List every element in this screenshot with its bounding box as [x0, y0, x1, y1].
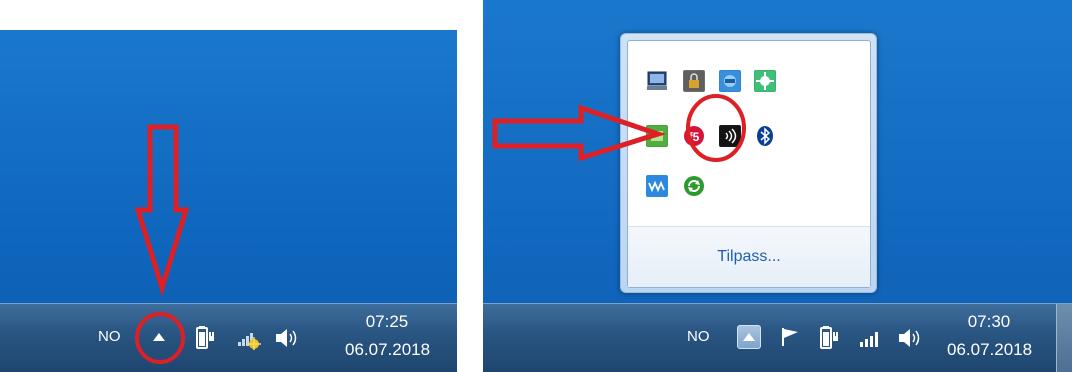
hidden-icons-popup: f5 Tilpass...: [620, 33, 877, 293]
green-app-icon-2[interactable]: [646, 125, 668, 147]
right-screenshot: f5 Tilpass... NO 07:30 06.07.2018: [483, 0, 1072, 372]
battery-power-icon[interactable]: [819, 324, 839, 357]
bluetooth-icon[interactable]: [754, 125, 776, 147]
language-indicator[interactable]: NO: [98, 328, 121, 345]
lock-app-icon[interactable]: [683, 70, 705, 92]
show-hidden-icons-button-icon[interactable]: [737, 325, 761, 349]
green-app-icon[interactable]: [754, 70, 776, 92]
taskbar: NO: [483, 303, 1072, 372]
action-center-flag-icon[interactable]: [780, 326, 802, 353]
network-signal-icon[interactable]: [859, 329, 881, 354]
clock-date[interactable]: 06.07.2018: [345, 340, 430, 360]
f5-vpn-icon[interactable]: f5: [683, 125, 705, 147]
left-screenshot: NO 07:25 06.07.2018: [0, 30, 457, 372]
hidden-icons-panel: f5 Tilpass...: [627, 40, 871, 288]
monitor-app-icon[interactable]: [646, 70, 668, 92]
network-signal-warning-icon[interactable]: [237, 328, 261, 355]
speaker-volume-icon[interactable]: [897, 327, 923, 354]
network-app-icon[interactable]: [719, 70, 741, 92]
taskbar: NO: [0, 303, 457, 372]
speaker-volume-icon[interactable]: [274, 327, 300, 354]
show-desktop-button[interactable]: [1056, 304, 1072, 372]
customize-link[interactable]: Tilpass...: [628, 248, 870, 266]
clock-date[interactable]: 06.07.2018: [947, 340, 1032, 360]
sync-app-icon[interactable]: [683, 175, 705, 197]
svg-text:f5: f5: [689, 130, 700, 144]
wireless-app-icon[interactable]: [719, 125, 741, 147]
language-indicator[interactable]: NO: [687, 328, 710, 345]
clock-time[interactable]: 07:25: [345, 312, 429, 332]
battery-power-icon[interactable]: [195, 324, 215, 357]
waves-app-icon[interactable]: [646, 175, 668, 197]
clock-time[interactable]: 07:30: [947, 312, 1031, 332]
show-hidden-icons-arrow-icon[interactable]: [152, 330, 166, 348]
popup-footer: Tilpass...: [628, 226, 870, 287]
